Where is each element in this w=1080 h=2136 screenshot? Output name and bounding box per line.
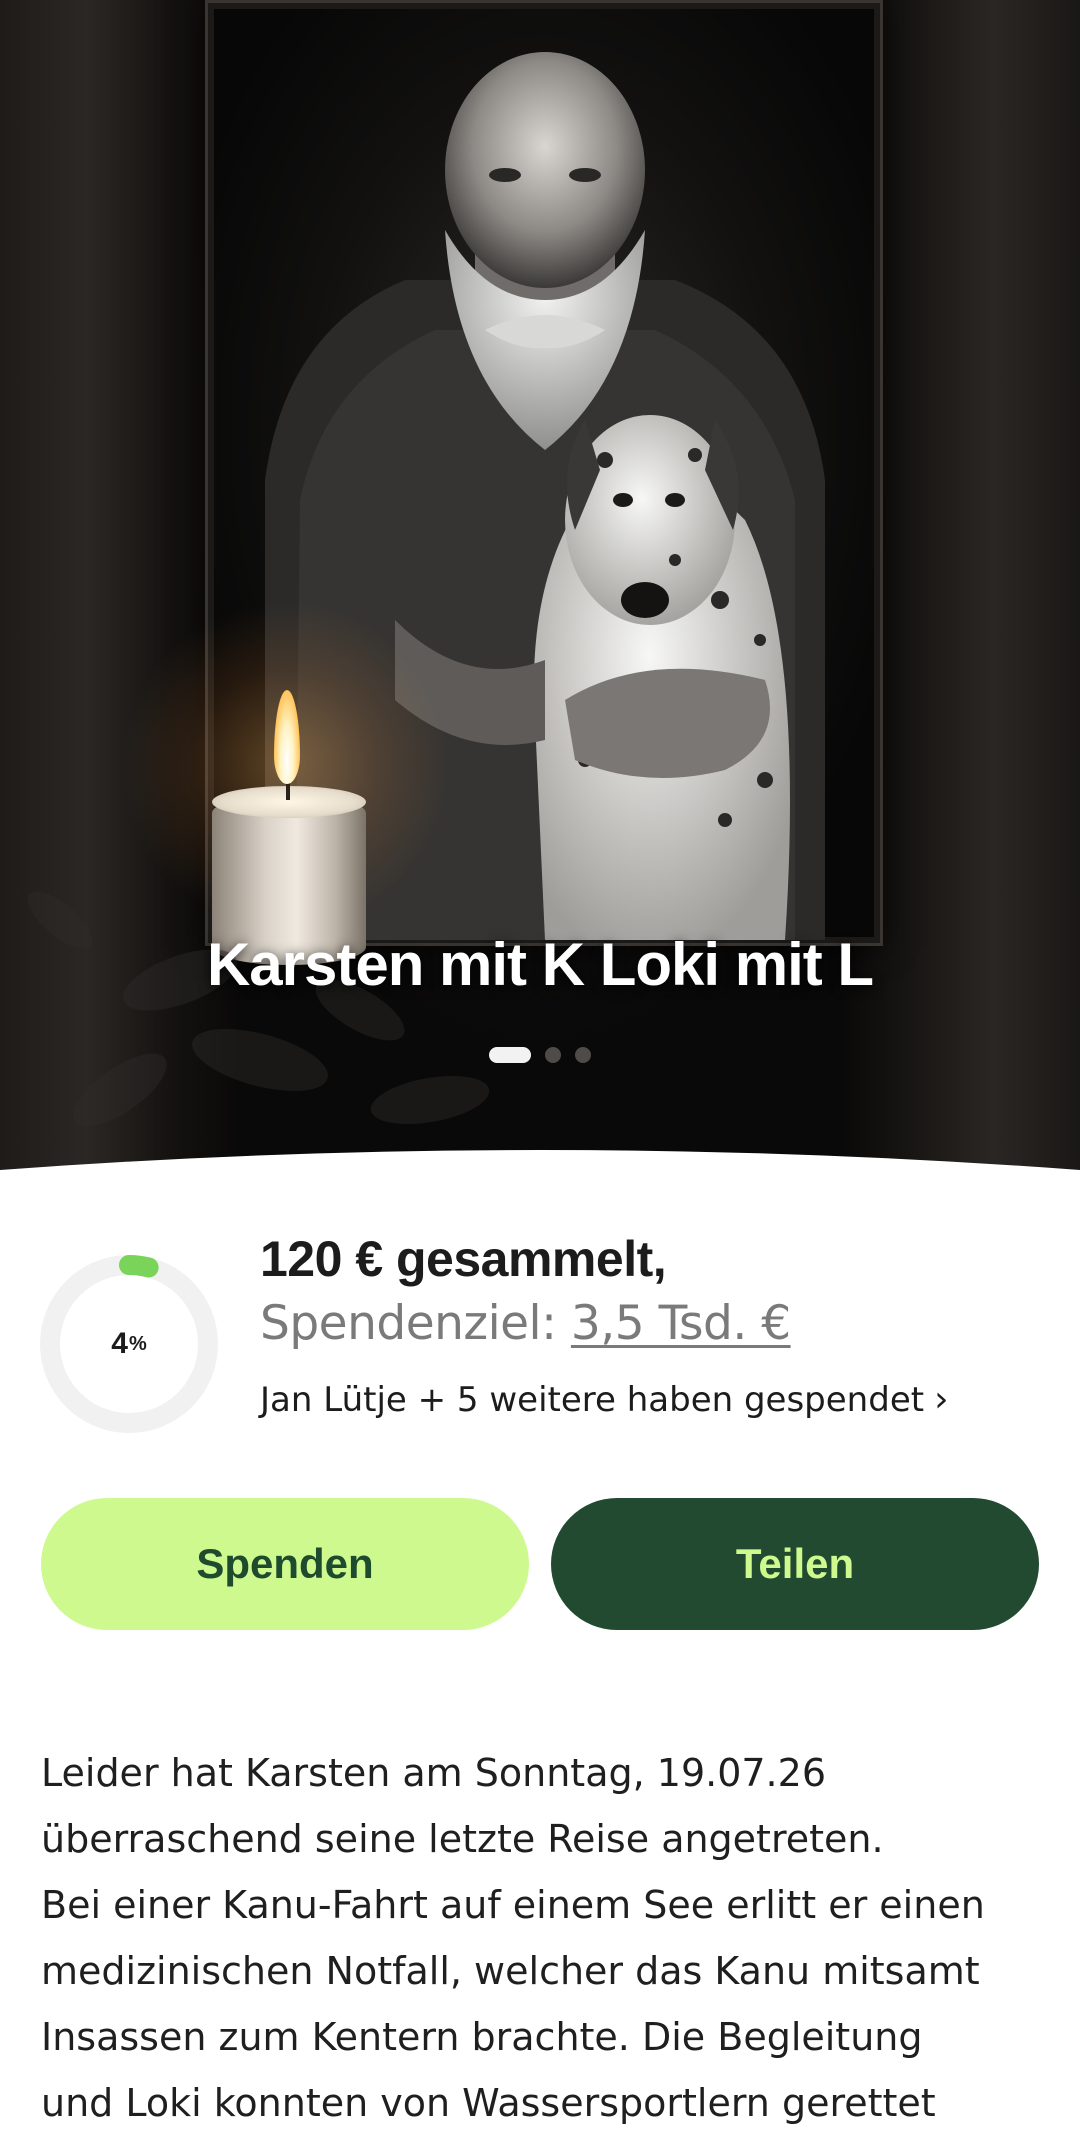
carousel-dot-active[interactable] <box>489 1047 531 1063</box>
progress-percent: 4% <box>40 1255 218 1433</box>
carousel-indicator <box>0 1047 1080 1063</box>
hero-carousel[interactable]: Karsten mit K Loki mit L <box>0 0 1080 1180</box>
amount-collected: 120 € gesammelt, <box>260 1231 667 1287</box>
progress-percent-value: 4 <box>111 1327 128 1360</box>
donors-link[interactable]: Jan Lütje + 5 weitere haben gespendet › <box>260 1378 949 1421</box>
donation-goal: Spendenziel: 3,5 Tsd. € <box>260 1296 791 1351</box>
campaign-title: Karsten mit K Loki mit L <box>206 931 874 998</box>
leaves-decoration <box>27 891 490 1127</box>
chevron-right-icon: › <box>934 1378 949 1420</box>
goal-prefix: Spendenziel: <box>260 1296 571 1351</box>
carousel-dot[interactable] <box>545 1047 561 1063</box>
goal-value-link[interactable]: 3,5 Tsd. € <box>571 1296 791 1351</box>
donate-button[interactable]: Spenden <box>41 1498 529 1630</box>
donors-text: Jan Lütje + 5 weitere haben gespendet <box>260 1380 925 1420</box>
percent-sign: % <box>128 1332 147 1355</box>
hero-curve <box>0 1150 1080 1180</box>
carousel-dot[interactable] <box>575 1047 591 1063</box>
share-button[interactable]: Teilen <box>551 1498 1039 1630</box>
campaign-story: Leider hat Karsten am Sonntag, 19.07.26 … <box>41 1751 985 2125</box>
